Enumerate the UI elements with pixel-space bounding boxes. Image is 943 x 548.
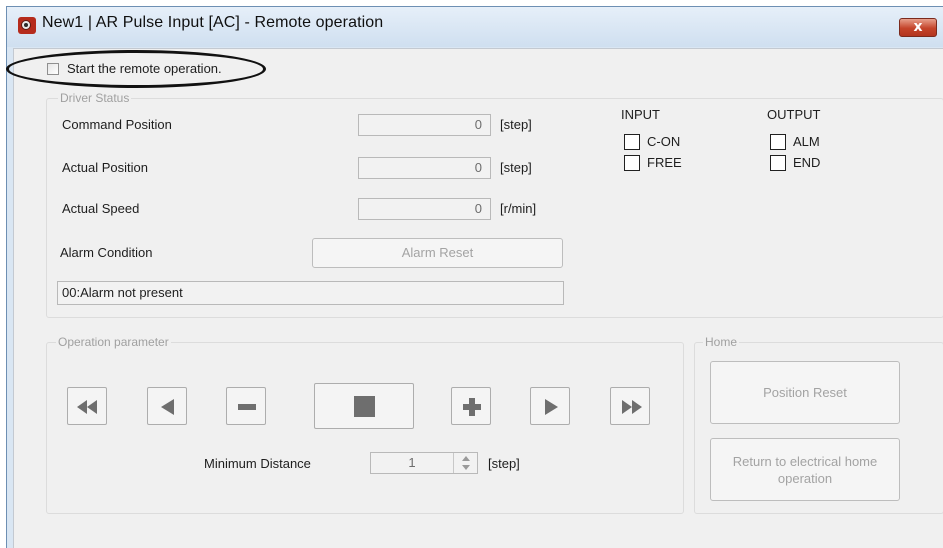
fast-forward-icon xyxy=(622,400,642,414)
actual-speed-unit: [r/min] xyxy=(500,201,537,216)
minimum-distance-spinner[interactable] xyxy=(453,453,477,473)
minus-button[interactable] xyxy=(226,387,266,425)
plus-icon xyxy=(463,398,481,416)
alarm-status-field: 00:Alarm not present xyxy=(57,281,564,305)
actual-position-unit: [step] xyxy=(500,160,532,175)
return-to-home-button[interactable]: Return to electrical home operation xyxy=(710,438,900,501)
minimum-distance-unit: [step] xyxy=(488,456,520,471)
spinner-arrows-icon xyxy=(462,456,470,470)
free-indicator xyxy=(624,155,640,171)
forward-icon xyxy=(545,399,558,415)
alarm-reset-button[interactable]: Alarm Reset xyxy=(312,238,563,268)
input-header: INPUT xyxy=(621,107,660,122)
reverse-button[interactable] xyxy=(147,387,187,425)
alm-label: ALM xyxy=(793,134,820,149)
actual-speed-value: 0 xyxy=(358,198,491,220)
alm-indicator xyxy=(770,134,786,150)
stop-icon xyxy=(354,396,375,417)
close-icon: x xyxy=(913,19,923,35)
minimum-distance-label: Minimum Distance xyxy=(204,456,311,471)
minus-icon xyxy=(238,404,256,410)
fast-forward-button[interactable] xyxy=(610,387,650,425)
end-indicator xyxy=(770,155,786,171)
home-title: Home xyxy=(703,335,740,349)
operation-parameter-title: Operation parameter xyxy=(56,335,171,349)
actual-position-value: 0 xyxy=(358,157,491,179)
close-button[interactable]: x xyxy=(899,18,937,37)
end-label: END xyxy=(793,155,821,170)
output-header: OUTPUT xyxy=(767,107,821,122)
actual-speed-label: Actual Speed xyxy=(62,201,140,216)
command-position-label: Command Position xyxy=(62,117,172,132)
app-icon xyxy=(18,17,36,34)
command-position-value: 0 xyxy=(358,114,491,136)
driver-status-title: Driver Status xyxy=(58,91,132,105)
c-on-label: C-ON xyxy=(647,134,681,149)
reverse-icon xyxy=(161,399,174,415)
command-position-unit: [step] xyxy=(500,117,532,132)
free-label: FREE xyxy=(647,155,682,170)
c-on-indicator xyxy=(624,134,640,150)
stop-button[interactable] xyxy=(314,383,414,429)
window-title: New1 | AR Pulse Input [AC] - Remote oper… xyxy=(42,14,384,31)
position-reset-button[interactable]: Position Reset xyxy=(710,361,900,424)
actual-position-label: Actual Position xyxy=(62,160,148,175)
alarm-condition-label: Alarm Condition xyxy=(60,245,153,260)
plus-button[interactable] xyxy=(451,387,491,425)
highlight-ellipse xyxy=(6,50,266,88)
forward-button[interactable] xyxy=(530,387,570,425)
fast-reverse-button[interactable] xyxy=(67,387,107,425)
fast-reverse-icon xyxy=(77,400,97,414)
